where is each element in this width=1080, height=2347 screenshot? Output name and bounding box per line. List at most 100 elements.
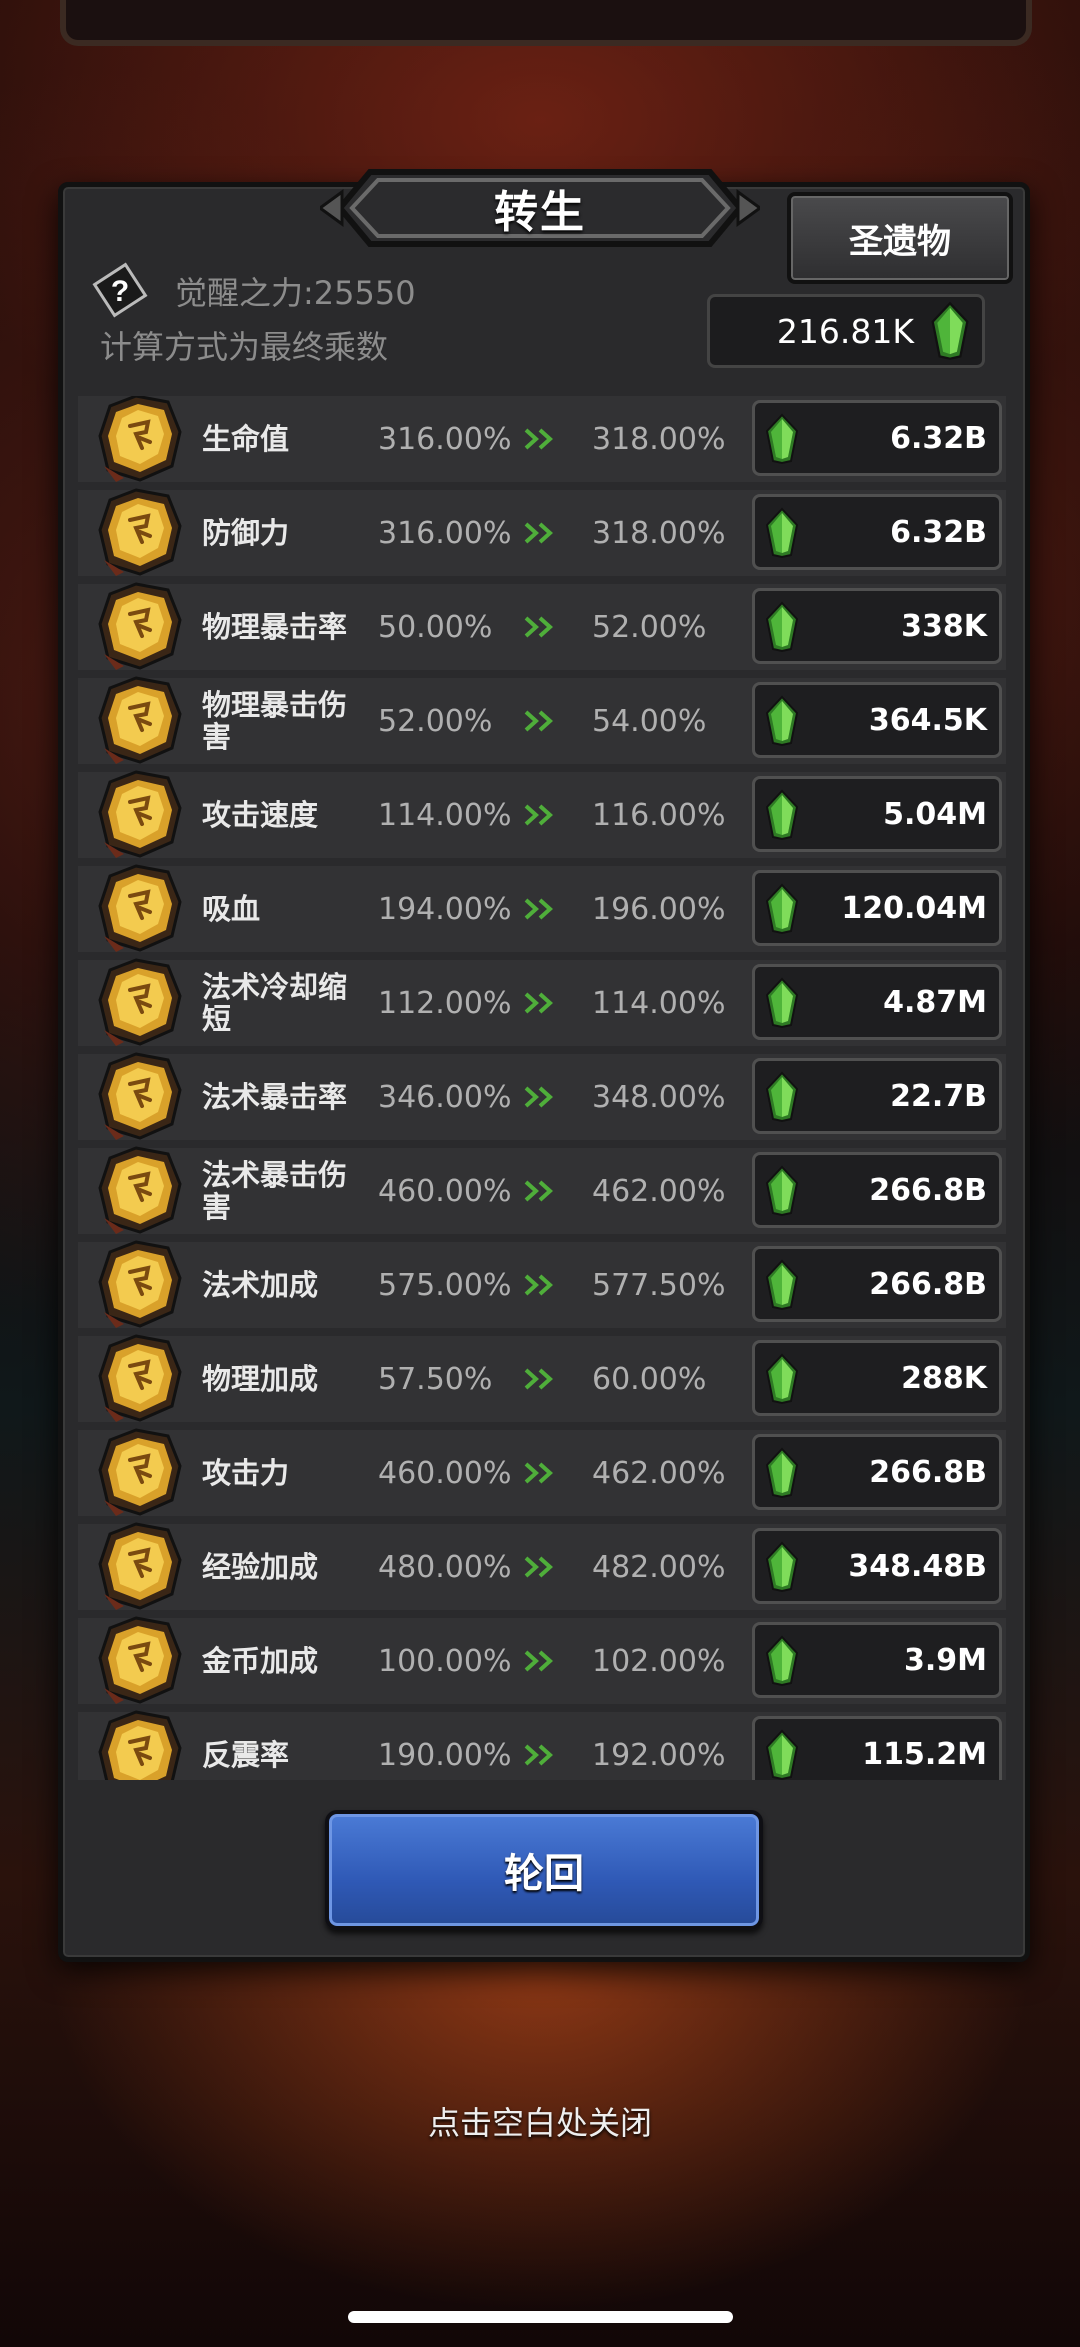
stat-name: 法术加成 [202,1268,319,1302]
gold-rune-badge-icon [98,1334,182,1422]
double-chevron-right-icon [524,1180,553,1202]
stat-next-value: 192.00% [592,1737,726,1773]
stat-name: 物理加成 [202,1362,319,1396]
upgrade-cost-button[interactable]: 348.48B [752,1528,1002,1604]
upgrade-cost-button[interactable]: 120.04M [752,870,1002,946]
double-chevron-right-icon [524,710,553,732]
double-chevron-right-icon [524,898,553,920]
stat-row[interactable]: 物理加成 57.50% 60.00% 288K [78,1334,1006,1422]
stat-next-value: 60.00% [592,1361,707,1397]
gold-rune-badge-icon [98,1428,182,1516]
upgrade-cost-amount: 266.8B [869,1172,987,1208]
gold-rune-badge-icon [98,1710,182,1780]
double-chevron-right-icon [524,1274,553,1296]
stat-row[interactable]: 法术加成 575.00% 577.50% 266.8B [78,1240,1006,1328]
green-crystal-icon [765,601,799,653]
upgrade-cost-button[interactable]: 115.2M [752,1716,1002,1780]
top-frame-decoration [60,0,1032,46]
green-crystal-icon [765,977,799,1029]
green-crystal-icon [765,695,799,747]
stat-next-value: 196.00% [592,891,726,927]
stat-row[interactable]: 物理暴击伤害 52.00% 54.00% 364.5K [78,676,1006,764]
stat-row[interactable]: 吸血 194.00% 196.00% 120.04M [78,864,1006,952]
stat-current-value: 52.00% [378,703,493,739]
gold-rune-badge-icon [98,396,182,482]
green-crystal-icon [765,413,799,465]
gold-rune-badge-icon [98,1052,182,1140]
double-chevron-right-icon [524,1556,553,1578]
stat-row[interactable]: 法术冷却缩短 112.00% 114.00% 4.87M [78,958,1006,1046]
upgrade-cost-button[interactable]: 5.04M [752,776,1002,852]
stat-next-value: 114.00% [592,985,726,1021]
stat-next-value: 577.50% [592,1267,726,1303]
stat-current-value: 316.00% [378,515,512,551]
question-mark-icon[interactable]: ? [92,262,148,318]
svg-text:?: ? [111,275,129,308]
upgrade-cost-button[interactable]: 338K [752,588,1002,664]
upgrade-cost-amount: 6.32B [890,514,987,550]
stat-row[interactable]: 攻击力 460.00% 462.00% 266.8B [78,1428,1006,1516]
green-crystal-icon [765,1635,799,1687]
upgrade-cost-button[interactable]: 6.32B [752,494,1002,570]
stat-name: 物理暴击伤害 [202,688,348,754]
upgrade-cost-button[interactable]: 266.8B [752,1246,1002,1322]
stat-row[interactable]: 攻击速度 114.00% 116.00% 5.04M [78,770,1006,858]
stat-current-value: 114.00% [378,797,512,833]
rebirth-button[interactable]: 轮回 [325,1810,763,1930]
green-crystal-icon [765,1541,799,1593]
stat-name: 生命值 [202,422,290,456]
upgrade-cost-amount: 5.04M [883,796,987,832]
gold-rune-badge-icon [98,582,182,670]
stat-current-value: 57.50% [378,1361,493,1397]
stat-row[interactable]: 经验加成 480.00% 482.00% 348.48B [78,1522,1006,1610]
gold-rune-badge-icon [98,1146,182,1234]
home-indicator [348,2311,733,2323]
stat-name: 攻击力 [202,1456,290,1490]
upgrade-cost-button[interactable]: 6.32B [752,400,1002,476]
stat-row[interactable]: 生命值 316.00% 318.00% 6.32B [78,396,1006,482]
stat-next-value: 318.00% [592,515,726,551]
stat-name: 物理暴击率 [202,610,348,644]
stat-row[interactable]: 金币加成 100.00% 102.00% 3.9M [78,1616,1006,1704]
relic-button[interactable]: 圣遗物 [787,192,1013,284]
upgrade-cost-button[interactable]: 266.8B [752,1434,1002,1510]
gold-rune-badge-icon [98,1522,182,1610]
green-crystal-icon [765,1071,799,1123]
green-crystal-icon [765,789,799,841]
gold-rune-badge-icon [98,958,182,1046]
page-title: 转生 [494,187,586,238]
stat-current-value: 460.00% [378,1173,512,1209]
green-crystal-icon [765,507,799,559]
upgrade-cost-button[interactable]: 364.5K [752,682,1002,758]
upgrade-cost-button[interactable]: 4.87M [752,964,1002,1040]
double-chevron-right-icon [524,1462,553,1484]
green-crystal-icon [765,1447,799,1499]
gold-rune-badge-icon [98,770,182,858]
stat-current-value: 316.00% [378,421,512,457]
stat-row[interactable]: 法术暴击率 346.00% 348.00% 22.7B [78,1052,1006,1140]
upgrade-cost-amount: 266.8B [869,1454,987,1490]
upgrade-cost-button[interactable]: 288K [752,1340,1002,1416]
upgrade-cost-button[interactable]: 3.9M [752,1622,1002,1698]
stat-row[interactable]: 反震率 190.00% 192.00% 115.2M [78,1710,1006,1780]
double-chevron-right-icon [524,1368,553,1390]
stat-next-value: 348.00% [592,1079,726,1115]
stat-row[interactable]: 防御力 316.00% 318.00% 6.32B [78,488,1006,576]
stat-current-value: 100.00% [378,1643,512,1679]
stat-next-value: 54.00% [592,703,707,739]
double-chevron-right-icon [524,1650,553,1672]
upgrade-cost-amount: 364.5K [868,702,987,738]
stat-name: 吸血 [202,892,261,926]
upgrade-cost-button[interactable]: 266.8B [752,1152,1002,1228]
gold-rune-badge-icon [98,1616,182,1704]
stat-next-value: 482.00% [592,1549,726,1585]
stat-list[interactable]: 生命值 316.00% 318.00% 6.32B 防御力 316.00% 31… [78,396,1006,1780]
green-crystal-icon [765,1259,799,1311]
stat-row[interactable]: 法术暴击伤害 460.00% 462.00% 266.8B [78,1146,1006,1234]
upgrade-cost-amount: 22.7B [890,1078,987,1114]
upgrade-cost-button[interactable]: 22.7B [752,1058,1002,1134]
gold-rune-badge-icon [98,676,182,764]
stat-row[interactable]: 物理暴击率 50.00% 52.00% 338K [78,582,1006,670]
stat-current-value: 346.00% [378,1079,512,1115]
stat-next-value: 318.00% [592,421,726,457]
